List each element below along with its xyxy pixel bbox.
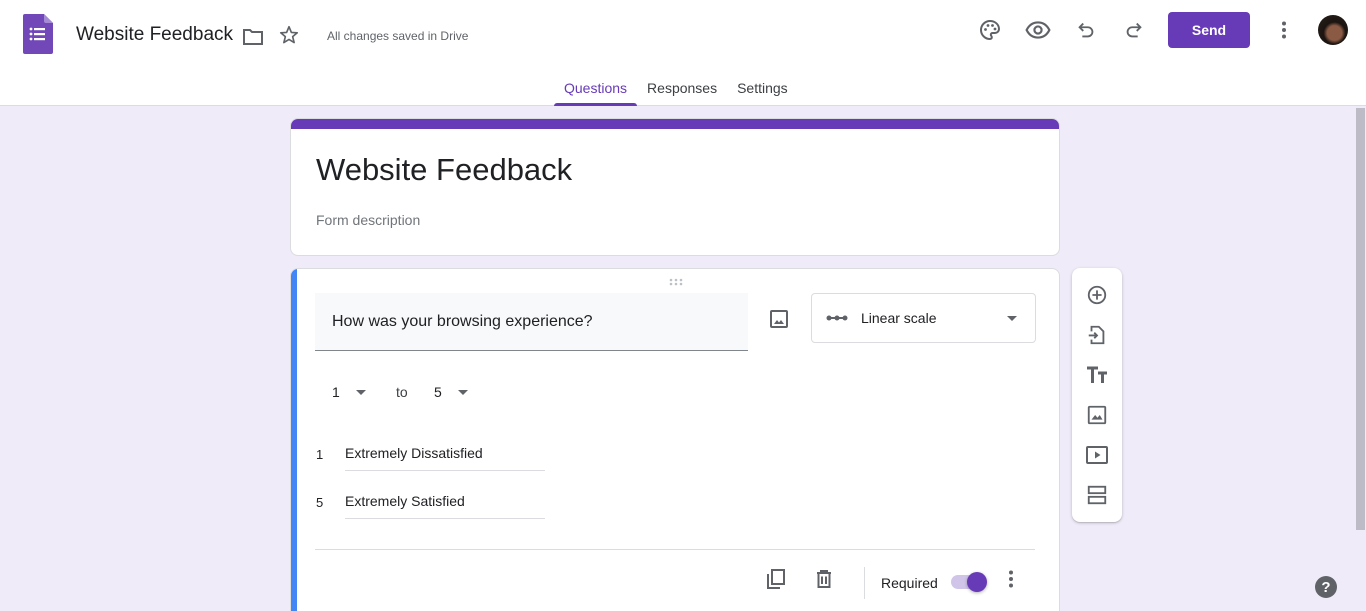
form-description-field[interactable]: Form description [316, 212, 420, 228]
add-image-button[interactable] [1085, 403, 1109, 427]
add-image-icon [1087, 405, 1107, 425]
scale-label-number: 1 [316, 447, 324, 462]
tab-questions[interactable]: Questions [554, 70, 638, 106]
add-question-icon [1087, 285, 1107, 305]
scale-max-label-input[interactable]: Extremely Satisfied [345, 493, 545, 519]
question-text: How was your browsing experience? [332, 313, 593, 330]
redo-icon [1126, 22, 1142, 38]
scale-from-value: 1 [332, 384, 340, 400]
drag-handle-icon[interactable] [669, 278, 685, 286]
add-title-button[interactable] [1085, 363, 1109, 387]
undo-button[interactable] [1072, 16, 1100, 44]
top-bar: Website Feedback All changes saved in Dr… [0, 0, 1366, 106]
duplicate-button[interactable] [764, 567, 788, 591]
palette-icon [980, 19, 1001, 41]
add-image-icon[interactable] [767, 307, 791, 331]
scale-to-label: to [396, 384, 408, 400]
chevron-down-icon [458, 390, 468, 395]
required-label: Required [881, 575, 938, 591]
tab-settings[interactable]: Settings [727, 70, 798, 106]
eye-icon [1025, 21, 1051, 39]
scale-min-label-text: Extremely Dissatisfied [345, 445, 483, 461]
question-type-dropdown[interactable]: Linear scale [811, 293, 1036, 343]
star-icon[interactable] [278, 24, 300, 46]
question-more-button[interactable] [999, 567, 1023, 591]
footer-separator [864, 567, 865, 599]
redo-button[interactable] [1120, 16, 1148, 44]
copy-icon [767, 569, 785, 589]
footer-divider [315, 549, 1035, 550]
page-scrollbar[interactable] [1356, 106, 1366, 611]
toggle-thumb [967, 572, 987, 592]
tab-responses[interactable]: Responses [637, 70, 727, 106]
required-toggle[interactable] [951, 572, 987, 592]
header-accent-bar [291, 119, 1059, 129]
scale-to-value: 5 [434, 384, 442, 400]
save-status: All changes saved in Drive [327, 29, 469, 43]
scale-to-dropdown[interactable]: 5 [434, 384, 468, 400]
folder-icon[interactable] [241, 25, 265, 49]
document-title[interactable]: Website Feedback [76, 24, 233, 46]
delete-button[interactable] [812, 567, 836, 591]
form-header-card: Website Feedback Form description [290, 118, 1060, 256]
import-questions-icon [1088, 325, 1105, 345]
add-section-button[interactable] [1085, 483, 1109, 507]
scale-min-label-input[interactable]: Extremely Dissatisfied [345, 445, 545, 471]
help-icon: ? [1321, 578, 1331, 596]
scrollbar-thumb[interactable] [1356, 108, 1365, 530]
google-forms-icon[interactable] [23, 14, 53, 54]
linear-scale-icon [826, 315, 848, 321]
floating-toolbar [1072, 268, 1122, 522]
chevron-down-icon [356, 390, 366, 395]
question-card: How was your browsing experience? Linear… [290, 268, 1060, 611]
import-questions-button[interactable] [1085, 323, 1109, 347]
help-button[interactable]: ? [1315, 576, 1337, 598]
scale-max-label-text: Extremely Satisfied [345, 493, 465, 509]
send-button[interactable]: Send [1168, 12, 1250, 48]
add-video-button[interactable] [1085, 443, 1109, 467]
tab-bar: Questions Responses Settings [554, 70, 798, 106]
question-title-input[interactable]: How was your browsing experience? [315, 293, 748, 351]
customize-theme-button[interactable] [976, 16, 1004, 44]
add-video-icon [1086, 446, 1108, 464]
account-avatar[interactable] [1318, 15, 1348, 45]
scale-label-number: 5 [316, 495, 324, 510]
trash-icon [817, 570, 831, 588]
preview-button[interactable] [1024, 16, 1052, 44]
add-question-button[interactable] [1085, 283, 1109, 307]
question-type-label: Linear scale [861, 310, 937, 326]
more-vert-icon [1282, 21, 1286, 39]
form-title-field[interactable]: Website Feedback [316, 152, 572, 188]
chevron-down-icon [1007, 316, 1017, 321]
more-options-button[interactable] [1270, 16, 1298, 44]
scale-from-dropdown[interactable]: 1 [332, 384, 366, 400]
add-section-icon [1087, 485, 1107, 505]
active-question-indicator [291, 269, 297, 611]
undo-icon [1078, 22, 1094, 38]
more-vert-icon [1009, 570, 1013, 588]
add-title-icon [1087, 366, 1107, 383]
